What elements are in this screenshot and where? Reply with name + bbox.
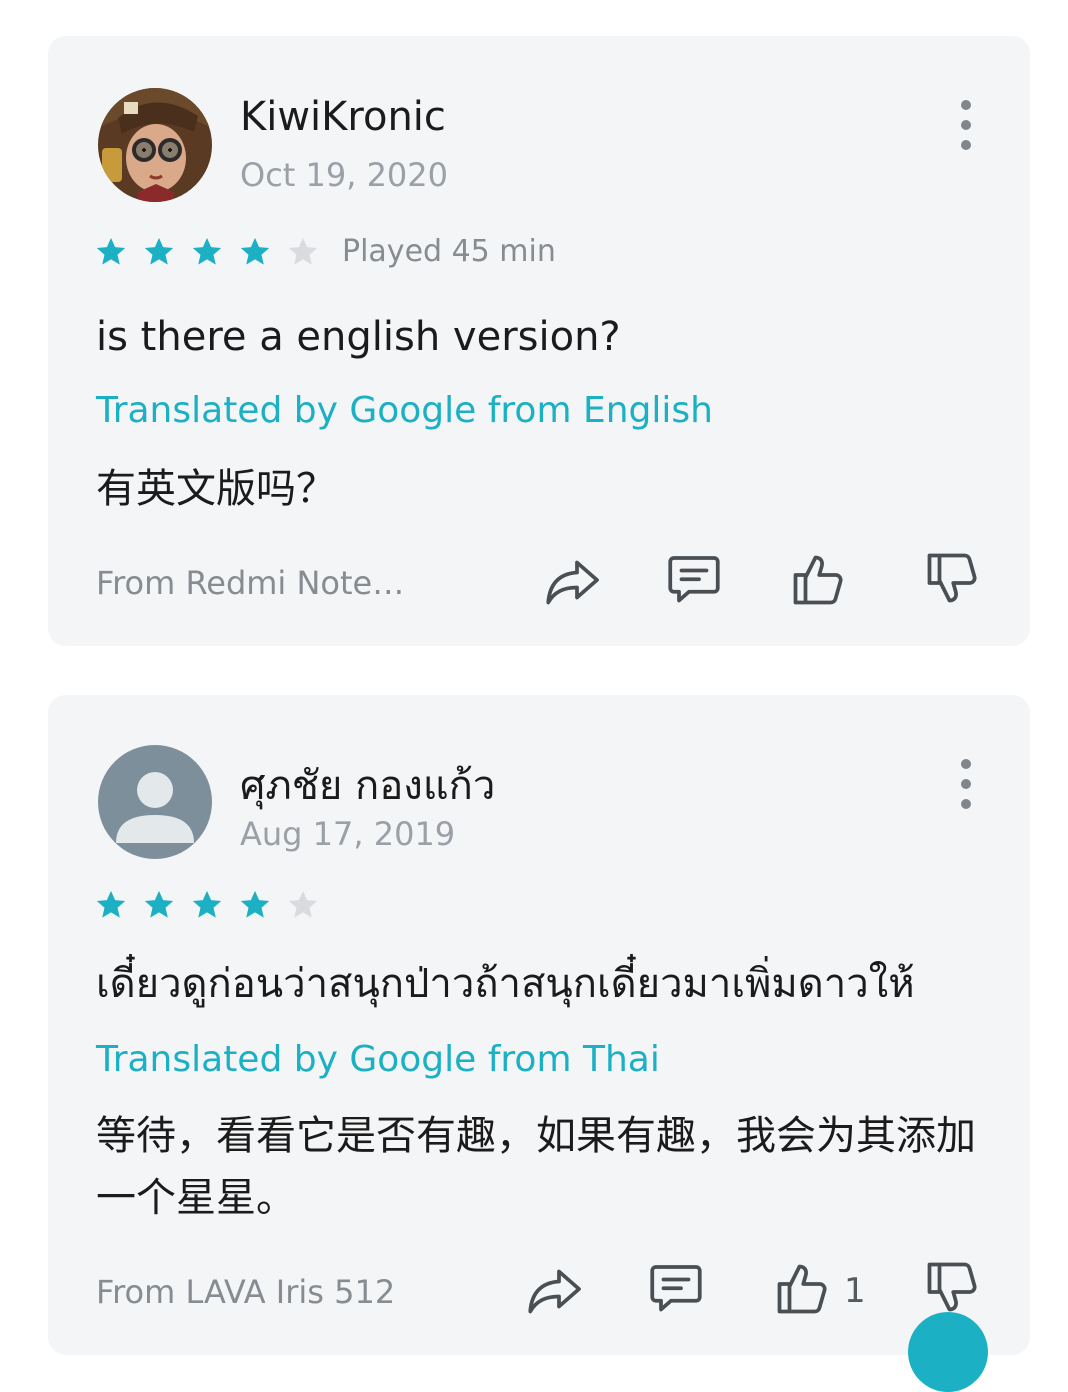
review-translation: 等待，看看它是否有趣，如果有趣，我会为其添加一个星星。 [96,1113,976,1221]
share-icon[interactable] [542,550,602,610]
star-filled-icon [142,888,176,922]
star-empty-icon [286,888,320,922]
review-date: Aug 17, 2019 [240,815,456,853]
star-filled-icon [190,235,224,269]
star-filled-icon [94,888,128,922]
review-card: ศุภชัย กองแก้ว Aug 17, 2019 เดี๋ยวดูก่อน… [48,695,1030,1355]
reviewer-name[interactable]: ศุภชัย กองแก้ว [240,753,495,817]
user-avatar[interactable] [98,88,212,202]
star-filled-icon [142,235,176,269]
review-text: is there a english version? [96,314,621,360]
translated-label[interactable]: Translated by Google from English [96,390,713,431]
thumbs-down-icon[interactable] [922,548,982,608]
played-time: Played 45 min [342,234,556,269]
translated-label[interactable]: Translated by Google from Thai [96,1039,660,1080]
user-avatar[interactable] [98,745,212,859]
star-rating [94,888,334,922]
review-date: Oct 19, 2020 [240,156,448,194]
review-text: เดี๋ยวดูก่อนว่าสนุกป่าวถ้าสนุกเดี๋ยวมาเพ… [96,961,915,1007]
more-vertical-icon[interactable] [954,100,978,150]
review-translation: 有英文版吗？ [96,466,336,512]
floating-action-button[interactable] [908,1312,988,1392]
thumbs-down-icon[interactable] [922,1257,982,1317]
star-rating: Played 45 min [94,234,556,269]
share-icon[interactable] [524,1259,584,1319]
thumbs-up-icon[interactable] [772,1259,832,1319]
thumbs-up-icon[interactable] [788,550,848,610]
device-label: From LAVA Iris 512 [96,1273,396,1311]
star-filled-icon [238,888,272,922]
like-count: 1 [844,1271,866,1311]
star-filled-icon [190,888,224,922]
star-filled-icon [238,235,272,269]
reviewer-name[interactable]: KiwiKronic [240,94,446,140]
device-label: From Redmi Note… [96,564,405,602]
comment-icon[interactable] [646,1257,706,1317]
review-card: KiwiKronic Oct 19, 2020 Played 45 min is… [48,36,1030,646]
star-empty-icon [286,235,320,269]
more-vertical-icon[interactable] [954,759,978,809]
star-filled-icon [94,235,128,269]
comment-icon[interactable] [664,548,724,608]
